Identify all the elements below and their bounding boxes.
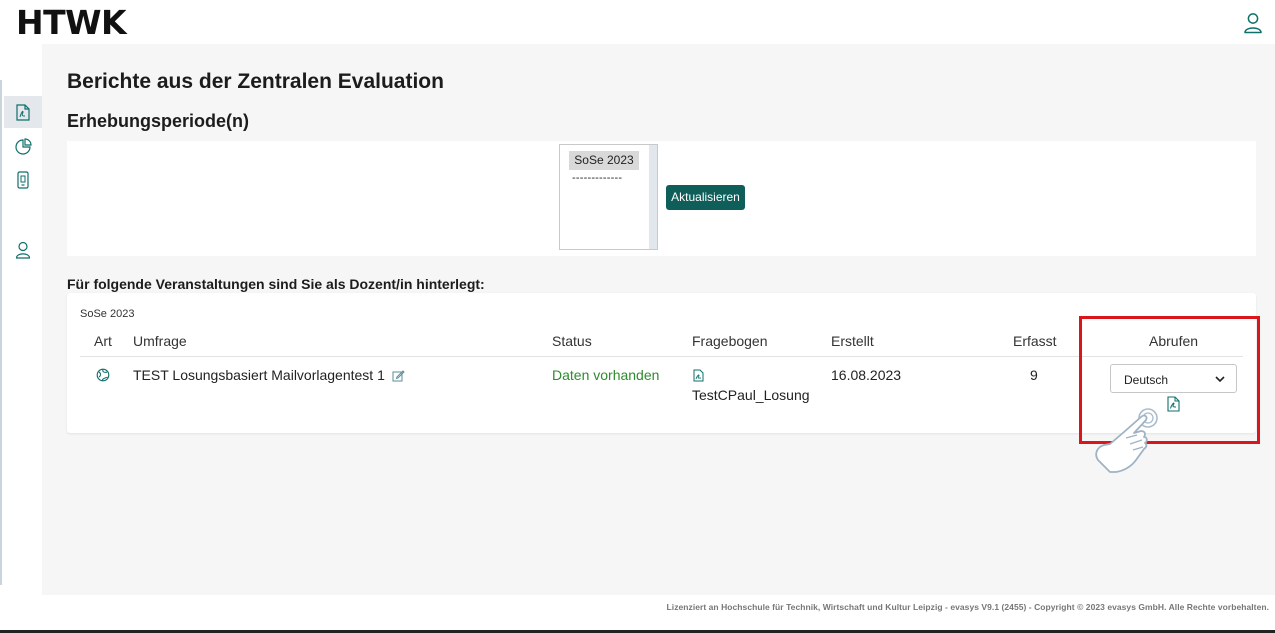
language-select-value: Deutsch [1124, 373, 1169, 387]
listbox-scrollbar[interactable] [649, 145, 657, 249]
refresh-button[interactable]: Aktualisieren [666, 185, 745, 210]
mobile-device-icon [17, 171, 29, 189]
semester-label: SoSe 2023 [80, 308, 135, 320]
language-select[interactable]: Deutsch [1110, 364, 1237, 393]
user-icon [15, 241, 31, 259]
htwk-logo[interactable]: HTWK [16, 3, 127, 42]
page-title: Berichte aus der Zentralen Evaluation [67, 70, 444, 93]
globe-survey-icon [96, 368, 110, 382]
pdf-report-icon [16, 103, 30, 121]
footer-area [0, 595, 1275, 630]
column-header-fragebogen: Fragebogen [692, 333, 768, 349]
sidebar-item-profile[interactable] [4, 234, 42, 266]
user-account-icon[interactable] [1243, 12, 1263, 34]
questionnaire-pdf-icon[interactable] [693, 369, 704, 382]
period-listbox[interactable]: SoSe 2023 ------------- [559, 144, 658, 250]
period-option-separator[interactable]: ------------- [572, 172, 622, 184]
sidebar-item-reports[interactable] [4, 96, 42, 128]
period-selection-panel: SoSe 2023 ------------- Aktualisieren [67, 141, 1256, 256]
table-row-umfrage: TEST Losungsbasiert Mailvorlagentest 1 [133, 367, 405, 383]
sidebar-item-statistics[interactable] [4, 130, 42, 162]
main-content: Berichte aus der Zentralen Evaluation Er… [42, 44, 1275, 595]
sidebar [0, 80, 42, 585]
edit-icon[interactable] [392, 369, 405, 382]
column-header-status: Status [552, 333, 592, 349]
questionnaire-link[interactable]: TestCPaul_Losung [692, 387, 810, 403]
responses-count: 9 [1030, 367, 1038, 383]
column-header-umfrage: Umfrage [133, 333, 187, 349]
pointing-hand-icon [1095, 408, 1158, 473]
download-pdf-icon[interactable] [1167, 396, 1180, 412]
column-header-abrufen: Abrufen [1149, 333, 1199, 349]
status-text: Daten vorhanden [552, 367, 660, 383]
column-header-art: Art [94, 333, 112, 349]
table-header-divider [80, 356, 1243, 357]
created-date: 16.08.2023 [831, 367, 902, 383]
column-header-erfasst: Erfasst [1013, 333, 1057, 349]
pie-chart-icon [14, 137, 32, 155]
courses-heading: Für folgende Veranstaltungen sind Sie al… [67, 276, 485, 292]
sidebar-item-mobile[interactable] [4, 164, 42, 196]
chevron-down-icon [1215, 376, 1225, 383]
survey-name: TEST Losungsbasiert Mailvorlagentest 1 [133, 367, 385, 383]
license-footer: Lizenziert an Hochschule für Technik, Wi… [666, 602, 1269, 612]
period-option-selected[interactable]: SoSe 2023 [569, 151, 639, 170]
courses-table-card: SoSe 2023 Art Umfrage Status Fragebogen … [67, 293, 1256, 433]
top-bar: HTWK [0, 0, 1275, 44]
column-header-erstellt: Erstellt [831, 333, 874, 349]
period-section-title: Erhebungsperiode(n) [67, 111, 250, 131]
